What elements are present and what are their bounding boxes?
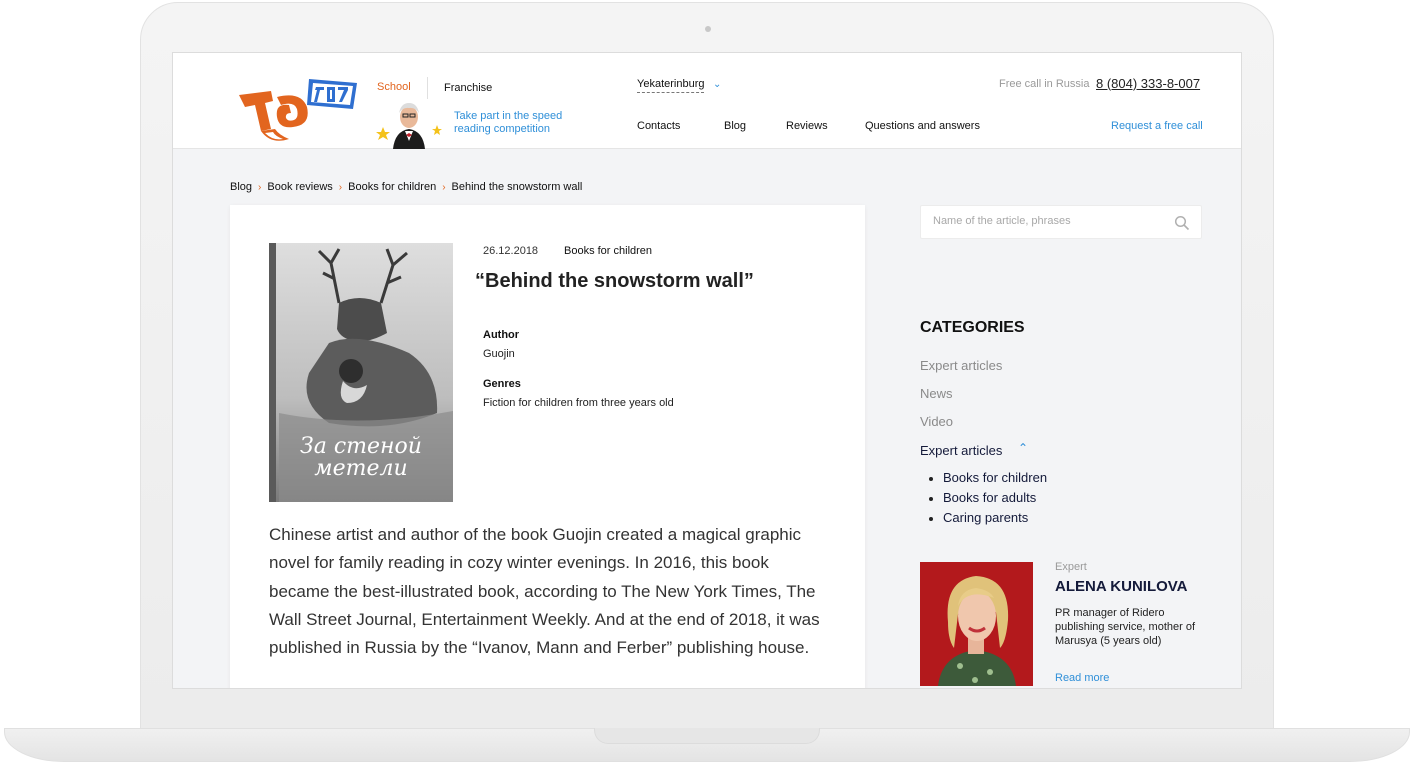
breadcrumb-item-books-for-children[interactable]: Books for children xyxy=(348,181,436,193)
request-call-link[interactable]: Request a free call xyxy=(1111,120,1203,132)
expert-description: PR manager of Ridero publishing service,… xyxy=(1055,607,1196,647)
nav-franchise[interactable]: Franchise xyxy=(444,82,492,94)
breadcrumb-item-book-reviews[interactable]: Book reviews xyxy=(267,181,332,193)
expert-name: ALENA KUNILOVA xyxy=(1055,578,1188,595)
categories-heading: CATEGORIES xyxy=(920,319,1025,336)
genres-label: Genres xyxy=(483,378,521,390)
search-icon[interactable] xyxy=(1174,215,1190,231)
site-logo[interactable] xyxy=(231,73,361,147)
site-header: School Franchise Take part in the speed … xyxy=(173,53,1241,149)
article-body: Chinese artist and author of the book Gu… xyxy=(269,525,820,658)
expert-label: Expert xyxy=(1055,561,1087,573)
chevron-right-icon: › xyxy=(442,182,446,193)
laptop-notch xyxy=(594,728,820,744)
camera-icon xyxy=(705,26,711,32)
promo-link[interactable]: Take part in the speed reading competiti… xyxy=(454,110,579,136)
promo-mascot-image[interactable] xyxy=(373,97,445,149)
nav-contacts[interactable]: Contacts xyxy=(637,120,680,132)
article-card: За стеной метели 26.12.2018 Books for ch… xyxy=(230,205,865,688)
subcategory-list: Books for children Books for adults Cari… xyxy=(929,470,1047,530)
article-date: 26.12.2018 xyxy=(483,245,539,257)
breadcrumb-item-blog[interactable]: Blog xyxy=(230,181,252,193)
category-news[interactable]: News xyxy=(920,386,953,401)
nav-reviews[interactable]: Reviews xyxy=(786,120,828,132)
chevron-right-icon: › xyxy=(338,182,343,193)
chevron-up-icon[interactable]: ⌃ xyxy=(1018,441,1028,455)
subcategory-books-for-adults[interactable]: Books for adults xyxy=(929,490,1047,510)
expert-avatar xyxy=(920,562,1033,686)
category-expert-articles[interactable]: Expert articles xyxy=(920,358,1002,373)
chevron-down-icon[interactable]: ⌄ xyxy=(713,79,721,90)
category-video[interactable]: Video xyxy=(920,414,953,429)
city-selector[interactable]: Yekaterinburg xyxy=(637,78,705,93)
search-box xyxy=(920,205,1202,239)
nav-school[interactable]: School xyxy=(377,81,411,93)
article-category[interactable]: Books for children xyxy=(564,245,652,257)
phone-link[interactable]: 8 (804) 333-8-007 xyxy=(1096,76,1200,91)
chevron-right-icon: › xyxy=(258,182,262,193)
author-value: Guojin xyxy=(483,348,515,360)
subcategory-caring-parents[interactable]: Caring parents xyxy=(929,510,1047,530)
author-label: Author xyxy=(483,329,520,341)
svg-text:метели: метели xyxy=(314,456,407,481)
nav-blog[interactable]: Blog xyxy=(724,120,746,132)
nav-divider xyxy=(427,77,428,99)
book-cover-image: За стеной метели xyxy=(269,243,453,502)
breadcrumb-item-current: Behind the snowstorm wall xyxy=(451,181,583,193)
article-title: “Behind the snowstorm wall” xyxy=(475,270,754,292)
nav-questions-and-answers[interactable]: Questions and answers xyxy=(865,120,980,132)
genres-value: Fiction for children from three years ol… xyxy=(483,397,674,409)
breadcrumb: Blog › Book reviews › Books for children › Beh… xyxy=(230,181,582,193)
browser-screen: School Franchise Take part in the speed … xyxy=(172,52,1242,689)
search-input[interactable] xyxy=(933,215,1163,227)
subcategory-books-for-children[interactable]: Books for children xyxy=(929,470,1047,490)
free-call-label: Free call in Russia xyxy=(999,78,1090,90)
category-active-expert-articles[interactable]: Expert articles xyxy=(920,443,1002,458)
read-more-link[interactable]: Read more xyxy=(1055,672,1109,684)
